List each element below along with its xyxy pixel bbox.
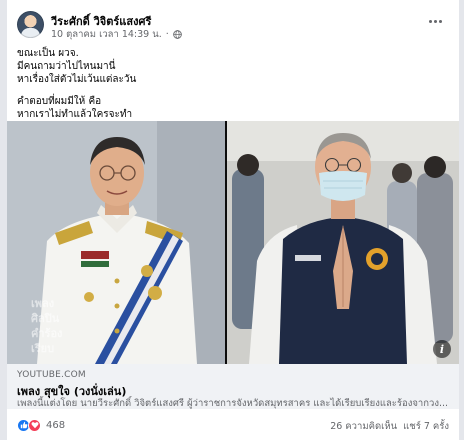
- video-thumbnail[interactable]: เพลง ศิลปิน คำร้อง เรียบ i: [7, 121, 459, 364]
- post-text-gap: [17, 86, 447, 95]
- info-icon[interactable]: i: [433, 340, 451, 358]
- video-overlay-text: เพลง ศิลปิน คำร้อง เรียบ: [31, 296, 231, 356]
- post-meta: 10 ตุลาคม เวลา 14:39 น. ·: [51, 27, 182, 42]
- overlay-line: ศิลปิน: [31, 312, 60, 325]
- post-text-line: มีคนถามว่าไปไหนมานี่: [17, 61, 116, 72]
- love-icon: [28, 418, 41, 432]
- globe-icon[interactable]: [172, 30, 182, 39]
- shares-count[interactable]: แชร์ 7 ครั้ง: [403, 419, 449, 434]
- post-text-line: คำตอบที่ผมมีให้ คือ: [17, 96, 102, 107]
- post-timestamp[interactable]: 10 ตุลาคม เวลา 14:39 น.: [51, 27, 162, 42]
- post-text-line: ขณะเป็น ผวจ.: [17, 48, 79, 59]
- overlay-line: เพลง: [31, 297, 55, 310]
- post-text: ขณะเป็น ผวจ. มีคนถามว่าไปไหนมานี่ หาเรื่…: [17, 47, 447, 121]
- post-text-line: หากเราไม่ทำแล้วใครจะทำ: [17, 109, 133, 120]
- link-preview[interactable]: YOUTUBE.COM เพลง สุขใจ (วงนั่งเล่น) เพลง…: [7, 364, 459, 409]
- overlay-line: คำร้อง: [31, 327, 63, 340]
- post-card: วีระศักดิ์ วิจิตร์แสงศรี 10 ตุลาคม เวลา …: [7, 0, 459, 440]
- comments-count[interactable]: 26 ความคิดเห็น: [330, 419, 397, 434]
- reaction-count: 468: [46, 419, 66, 431]
- post-text-line: หาเรื่องใส่ตัวไม่เว้นแต่ละวัน: [17, 74, 137, 85]
- portrait-image-right: [227, 121, 459, 364]
- link-domain: YOUTUBE.COM: [17, 370, 86, 380]
- reactions-summary[interactable]: 468: [17, 418, 65, 432]
- engagement-stats: 26 ความคิดเห็น แชร์ 7 ครั้ง: [330, 419, 449, 434]
- author-avatar[interactable]: [17, 11, 44, 38]
- meta-separator: ·: [165, 29, 169, 40]
- post-footer: 468 26 ความคิดเห็น แชร์ 7 ครั้ง: [7, 409, 459, 440]
- overlay-line: เรียบ: [31, 342, 55, 355]
- more-options-icon[interactable]: [425, 12, 445, 30]
